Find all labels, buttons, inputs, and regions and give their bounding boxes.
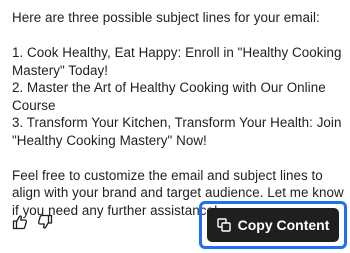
thumbs-down-icon[interactable] <box>37 214 53 230</box>
feedback-actions <box>12 214 53 230</box>
thumbs-up-icon[interactable] <box>12 214 28 230</box>
copy-content-label: Copy Content <box>237 217 330 233</box>
subject-line-2: 2. Master the Art of Healthy Cooking wit… <box>12 80 330 113</box>
subject-line-1: 1. Cook Healthy, Eat Happy: Enroll in "H… <box>12 45 346 78</box>
message-intro: Here are three possible subject lines fo… <box>12 10 320 25</box>
copy-icon <box>216 218 231 232</box>
copy-content-button[interactable]: Copy Content <box>207 208 339 242</box>
subject-line-3: 3. Transform Your Kitchen, Transform You… <box>12 115 346 148</box>
assistant-message: Here are three possible subject lines fo… <box>12 9 346 219</box>
